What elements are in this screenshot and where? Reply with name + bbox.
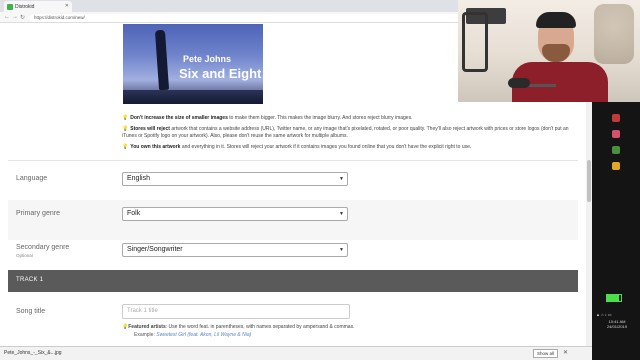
primary-genre-label: Primary genre — [16, 210, 60, 217]
lightbulb-icon: 💡 — [122, 126, 129, 132]
close-icon[interactable]: ✕ — [563, 349, 568, 356]
note-text: and everything in it. Stores will reject… — [180, 144, 472, 150]
note-text: to make them bigger. This makes the imag… — [227, 115, 413, 121]
language-label: Language — [16, 175, 48, 182]
lightbulb-icon: 💡 — [122, 144, 129, 150]
example-label: Example: — [134, 332, 157, 338]
tab-title: Distrokid — [15, 3, 35, 10]
language-select[interactable]: English ▼ — [122, 172, 348, 186]
featured-bold: Featured artists — [128, 324, 166, 330]
track-header: TRACK 1 — [8, 270, 578, 292]
clock[interactable]: 10:41 AM 24/01/2019 — [596, 319, 638, 329]
featured-text: : Use the word feat. in parentheses, wit… — [165, 324, 355, 330]
featured-example: Example: Sweetest Girl (feat. Akon, Lil … — [134, 332, 251, 338]
show-all-button[interactable]: Show all — [532, 349, 558, 358]
secondary-genre-value: Singer/Songwriter — [127, 246, 183, 253]
battery-icon — [606, 294, 622, 302]
person-beard — [542, 44, 570, 62]
chevron-down-icon: ▼ — [339, 176, 344, 182]
primary-genre-select[interactable]: Folk ▼ — [122, 207, 348, 221]
artwork-note: 💡 Stores will reject artwork that contain… — [122, 126, 582, 140]
artwork-preview: Pete Johns Six and Eight — [123, 24, 263, 104]
primary-genre-value: Folk — [127, 210, 141, 217]
favicon-icon — [7, 3, 13, 10]
browser-tab[interactable]: Distrokid ✕ — [4, 1, 72, 12]
reload-icon[interactable]: ↻ — [20, 14, 25, 21]
downloads-bar: Pete_Johns_-_Six_&...jpg Show all ✕ — [0, 346, 592, 360]
divider — [8, 160, 578, 161]
scrollbar-thumb[interactable] — [587, 160, 591, 202]
person-silhouette — [154, 29, 170, 91]
download-item[interactable]: Pete_Johns_-_Six_&...jpg — [4, 350, 62, 356]
secondary-genre-sublabel: Optional — [16, 253, 33, 258]
app-icon[interactable] — [612, 146, 620, 154]
tray-icons[interactable]: ▲ ⌂ ♪ ▭ — [596, 312, 638, 317]
background-plant — [594, 4, 634, 64]
chevron-down-icon: ▼ — [339, 247, 344, 253]
person-cap — [536, 12, 576, 28]
tab-close-icon[interactable]: ✕ — [65, 3, 69, 9]
screen: Distrokid ✕ ← → ↻ https://distrokid.com/… — [0, 0, 640, 360]
lightbulb-icon: 💡 — [122, 115, 129, 121]
secondary-genre-select[interactable]: Singer/Songwriter ▼ — [122, 243, 348, 257]
note-bold: Stores will reject — [130, 126, 170, 132]
clock-date: 24/01/2019 — [606, 324, 628, 329]
note-bold: Don't increase the size of smaller image… — [130, 115, 228, 121]
secondary-genre-label: Secondary genre — [16, 244, 70, 251]
note-bold: You own this artwork — [130, 144, 181, 150]
artwork-note: 💡 You own this artwork and everything in … — [122, 144, 582, 151]
song-title-label: Song title — [16, 308, 46, 315]
featured-artists-note: 💡Featured artists: Use the word feat. in… — [122, 324, 354, 330]
artwork-note: 💡 Don't increase the size of smaller imag… — [122, 115, 582, 122]
example-value: Sweetest Girl (feat. Akon, Lil Wayne & N… — [156, 332, 252, 338]
treadmill — [462, 12, 488, 72]
app-icon[interactable] — [612, 114, 620, 122]
track-header-text: TRACK 1 — [16, 277, 44, 283]
artwork-title-text: Six and Eight — [179, 66, 262, 81]
song-title-input[interactable]: Track 1 title — [122, 304, 350, 319]
app-icon[interactable] — [612, 162, 620, 170]
webcam-overlay — [458, 0, 640, 102]
chevron-down-icon: ▼ — [339, 211, 344, 217]
microphone — [508, 78, 530, 88]
app-icon[interactable] — [612, 130, 620, 138]
back-icon[interactable]: ← — [4, 14, 10, 20]
language-value: English — [127, 175, 150, 182]
grass-foreground — [123, 90, 263, 104]
note-text: artwork that contains a website address … — [122, 126, 569, 139]
system-tray: ▲ ⌂ ♪ ▭ 10:41 AM 24/01/2019 — [596, 312, 638, 329]
artwork-artist-text: Pete Johns — [183, 54, 232, 64]
forward-icon[interactable]: → — [12, 14, 18, 20]
